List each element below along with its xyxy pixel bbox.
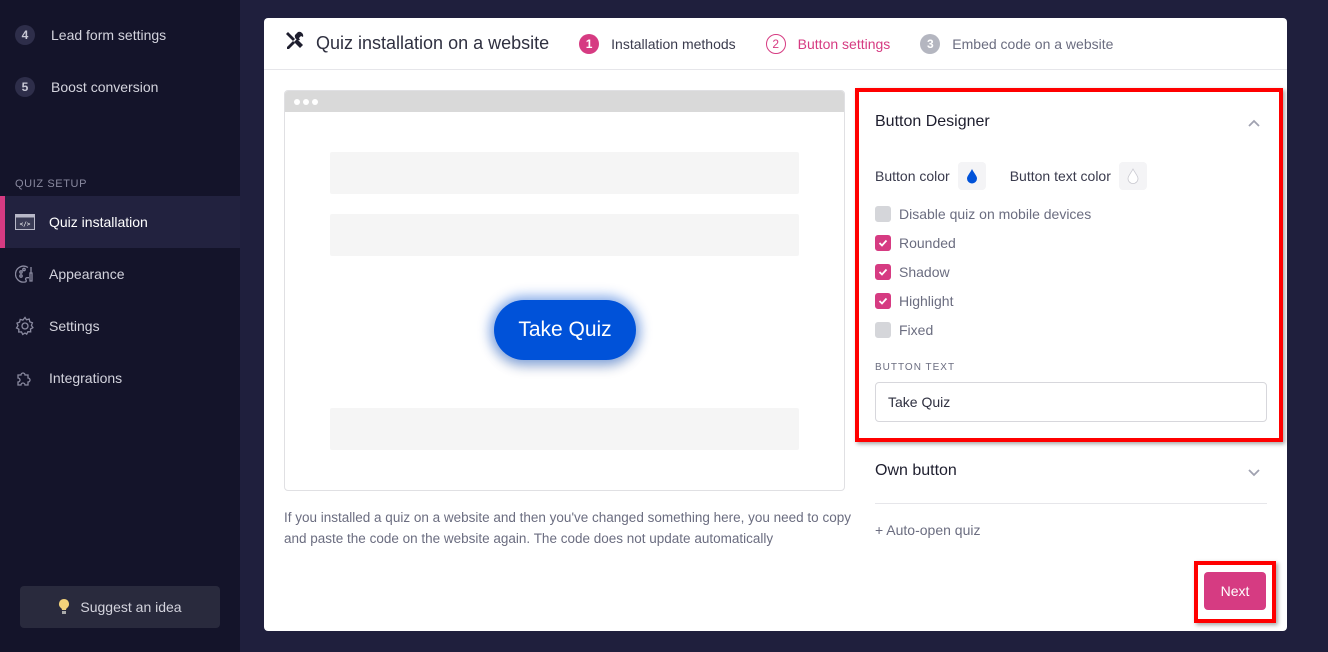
gear-icon — [15, 316, 35, 336]
quiz-installation-card: Quiz installation on a website 1 Install… — [264, 18, 1287, 631]
svg-text:</>: </> — [20, 221, 31, 228]
button-color-picker[interactable] — [957, 162, 986, 190]
checkbox-unchecked[interactable] — [875, 322, 891, 338]
color-row: Button color Button text color — [875, 162, 1147, 190]
step-number: 5 — [15, 77, 35, 97]
placeholder-block — [330, 214, 799, 256]
browser-bar — [285, 91, 844, 112]
window-dot — [312, 98, 318, 105]
option-fixed[interactable]: Fixed — [875, 322, 933, 338]
button-preview: Take Quiz — [284, 90, 845, 491]
next-highlight-outline: Next — [1194, 561, 1276, 623]
step-label: Boost conversion — [51, 79, 159, 95]
chevron-down-icon[interactable] — [1247, 466, 1261, 480]
sidebar-item-appearance[interactable]: Appearance — [0, 248, 240, 300]
nav-label: Settings — [49, 318, 100, 334]
option-label: Shadow — [899, 264, 950, 280]
nav-label: Quiz installation — [49, 214, 148, 230]
option-label: Disable quiz on mobile devices — [899, 206, 1092, 222]
tools-icon — [284, 30, 306, 57]
auto-open-quiz-link[interactable]: + Auto-open quiz — [875, 522, 980, 538]
page-title: Quiz installation on a website — [316, 33, 550, 53]
sidebar: 4 Lead form settings 5 Boost conversion … — [0, 0, 240, 652]
step-label: Lead form settings — [51, 27, 167, 43]
nav-label: Integrations — [49, 370, 123, 386]
palette-icon — [15, 264, 35, 284]
step-number: 4 — [15, 25, 35, 45]
sidebar-item-settings[interactable]: Settings — [0, 300, 240, 352]
card-header: Quiz installation on a website 1 Install… — [264, 18, 1287, 70]
option-highlight[interactable]: Highlight — [875, 293, 953, 309]
own-button-title: Own button — [875, 462, 957, 479]
step-embed-code[interactable]: 3 Embed code on a website — [920, 33, 1114, 54]
option-label: Highlight — [899, 293, 954, 309]
nav-label: Appearance — [49, 266, 125, 282]
option-label: Fixed — [899, 322, 934, 338]
button-designer-title[interactable]: Button Designer — [875, 113, 990, 131]
option-disable-mobile[interactable]: Disable quiz on mobile devices — [875, 206, 1091, 222]
checkbox-checked[interactable] — [875, 235, 891, 251]
step-label: Button settings — [797, 35, 891, 52]
section-title: QUIZ SETUP — [15, 178, 88, 190]
step-installation-methods[interactable]: 1 Installation methods — [579, 33, 736, 54]
sidebar-item-integrations[interactable]: Integrations — [0, 352, 240, 404]
sidebar-step-lead-form[interactable]: 4 Lead form settings — [15, 24, 166, 46]
droplet-icon — [966, 169, 977, 184]
next-button[interactable]: Next — [1204, 572, 1266, 610]
stepper: 1 Installation methods 2 Button settings… — [579, 33, 1143, 54]
own-button-section[interactable]: Own button — [875, 458, 1267, 504]
puzzle-icon — [15, 368, 35, 388]
preview-take-quiz-button: Take Quiz — [494, 300, 636, 360]
suggest-idea-button[interactable]: Suggest an idea — [20, 586, 220, 628]
option-label: Rounded — [899, 235, 956, 251]
update-note: If you installed a quiz on a website and… — [284, 510, 851, 546]
button-color-label: Button color — [875, 168, 950, 184]
button-text-color-picker[interactable] — [1118, 162, 1147, 190]
checkbox-checked[interactable] — [875, 264, 891, 280]
chevron-up-icon[interactable] — [1247, 116, 1261, 130]
option-rounded[interactable]: Rounded — [875, 235, 956, 251]
step-label: Installation methods — [611, 35, 736, 52]
step-number: 3 — [920, 33, 941, 54]
step-number: 2 — [765, 33, 786, 54]
window-dot — [294, 98, 300, 105]
lightbulb-icon — [58, 598, 70, 616]
step-button-settings[interactable]: 2 Button settings — [765, 33, 891, 54]
suggest-idea-label: Suggest an idea — [80, 599, 182, 615]
placeholder-block — [330, 152, 799, 194]
checkbox-unchecked[interactable] — [875, 206, 891, 222]
step-number: 1 — [579, 33, 600, 54]
code-window-icon: </> — [15, 212, 35, 232]
button-text-color-label: Button text color — [1009, 168, 1111, 184]
option-shadow[interactable]: Shadow — [875, 264, 950, 280]
button-text-label: BUTTON TEXT — [875, 362, 956, 373]
droplet-icon — [1127, 168, 1139, 184]
sidebar-step-boost-conversion[interactable]: 5 Boost conversion — [15, 76, 158, 98]
checkbox-checked[interactable] — [875, 293, 891, 309]
placeholder-block — [330, 408, 799, 450]
window-dot — [303, 98, 309, 105]
step-label: Embed code on a website — [952, 35, 1114, 52]
button-text-input[interactable] — [875, 382, 1267, 422]
button-designer-panel: Button Designer Button color Button text… — [855, 88, 1287, 442]
sidebar-item-quiz-installation[interactable]: </> Quiz installation — [0, 196, 240, 248]
